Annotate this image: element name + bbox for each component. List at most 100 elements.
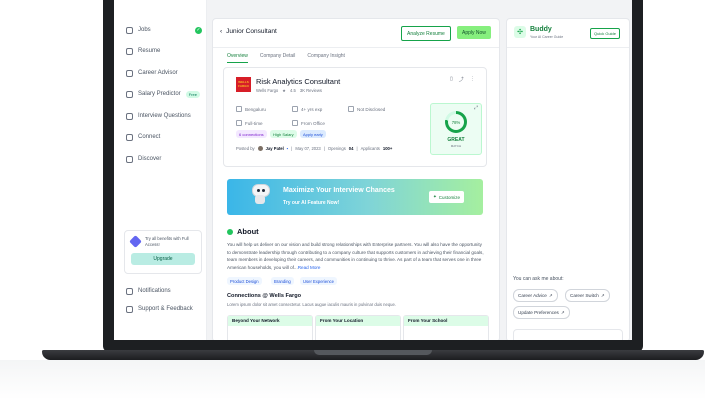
office-icon [292, 120, 298, 126]
applicants-label: Applicants [360, 146, 380, 151]
chip-label: Career Advice [518, 293, 547, 298]
posted-date: May 07, 2023 [295, 146, 321, 151]
match-sublabel: MATCH [450, 144, 462, 148]
location-icon [236, 106, 242, 112]
job-experience-text: 4+ yrs exp [301, 106, 323, 112]
chat-input[interactable] [513, 329, 623, 340]
customize-button[interactable]: ✦ Customize [429, 191, 465, 203]
about-text: You will help us deliver on our vision a… [227, 241, 485, 271]
posted-by-label: Posted by [236, 146, 255, 151]
connection-card-title: From Your School [404, 316, 488, 326]
sidebar-item-connect[interactable]: Connect [126, 130, 204, 144]
sidebar-item-notifications[interactable]: Notifications [126, 284, 204, 298]
banner-subheading: Try our AI Feature Now! [283, 200, 340, 206]
about-heading: About [227, 227, 259, 236]
job-summary-card: WELLS FARGO Risk Analytics Consultant We… [223, 67, 487, 167]
time-icon [236, 120, 242, 126]
more-icon[interactable]: ⋮ [470, 76, 475, 83]
chip-update-preferences[interactable]: Update Preferences ↗ [513, 306, 570, 319]
linkedin-icon[interactable]: ▪ [287, 146, 289, 151]
job-salary: Not Disclosed [348, 106, 385, 112]
connection-card[interactable]: Beyond Your Network [227, 315, 313, 340]
tab-company-detail[interactable]: Company Detail [260, 53, 296, 63]
sidebar-item-career-advisor[interactable]: Career Advisor [126, 66, 204, 80]
sidebar-item-label: Jobs [138, 27, 151, 33]
job-detail-panel: ‹ Junior Consultant Analyze Resume Apply… [212, 18, 500, 340]
sidebar-item-interview-questions[interactable]: Interview Questions [126, 109, 204, 123]
quick-guide-button[interactable]: Quick Guide [590, 28, 621, 39]
buddy-header: ✣ Buddy Your AI Career Guide Quick Guide [507, 19, 629, 48]
skill-tag: Branding [271, 277, 294, 285]
sparkle-icon: ✦ [433, 194, 437, 199]
sidebar-item-label: Resume [138, 48, 161, 54]
sidebar-item-label: Discover [138, 156, 162, 162]
analyze-resume-button[interactable]: Analyze Resume [401, 26, 451, 41]
company-reviews[interactable]: 3K Reviews [300, 88, 322, 93]
connections-subtext: Lorem ipsum dolor sit amet consectetur. … [227, 302, 396, 307]
share-icon[interactable]: ⤴ [459, 76, 464, 83]
job-type: Full-time [236, 120, 263, 126]
job-location-text: Bengaluru [245, 106, 266, 112]
job-type-text: Full-time [245, 120, 263, 126]
sidebar-item-jobs[interactable]: Jobs ✓ [126, 23, 204, 37]
upgrade-text: Try all benefits with Full Access! [145, 236, 189, 247]
about-body: You will help us deliver on our vision a… [227, 242, 484, 270]
free-badge: Free [185, 90, 200, 98]
match-percent: 78% [448, 114, 464, 130]
company-logo: WELLS FARGO [236, 77, 251, 92]
star-icon: ★ [282, 88, 287, 93]
sidebar-item-label: Interview Questions [138, 113, 191, 119]
rupee-icon [126, 90, 133, 98]
connection-card-title: From Your Location [316, 316, 400, 326]
ai-feature-banner: Maximize Your Interview Chances Try our … [227, 179, 483, 215]
back-arrow-icon[interactable]: ‹ [220, 28, 222, 35]
chip-career-switch[interactable]: Career Switch ↗ [565, 289, 610, 302]
about-icon [227, 228, 233, 235]
sidebar-item-support[interactable]: Support & Feedback [126, 302, 204, 316]
wallet-icon [348, 106, 354, 112]
sidebar-item-label: Career Advisor [138, 70, 178, 76]
sidebar-item-resume[interactable]: Resume [126, 44, 204, 58]
company-name[interactable]: Wells Fargo [256, 88, 278, 93]
connection-card[interactable]: From Your Location [315, 315, 401, 340]
upgrade-button[interactable]: Upgrade [131, 253, 195, 265]
connection-card[interactable]: From Your School [403, 315, 489, 340]
bell-icon [126, 287, 133, 295]
arrow-icon: ↗ [548, 292, 553, 298]
sidebar-item-salary-predictor[interactable]: Salary Predictor Free [126, 87, 204, 101]
sidebar-item-discover[interactable]: Discover [126, 152, 204, 166]
chat-icon [126, 112, 133, 120]
trend-icon [126, 69, 133, 77]
skill-tag: Product Design [227, 277, 262, 285]
poster-name[interactable]: Jay Patel [266, 146, 284, 151]
chip-label: Career Switch [570, 293, 599, 298]
briefcase-icon [126, 26, 133, 34]
arrow-icon: ↗ [560, 309, 565, 315]
openings-count: 04 [348, 146, 354, 151]
tab-overview[interactable]: Overview [227, 53, 248, 63]
laptop-screen: Jobs ✓ Resume Career Advisor Salary Pred… [114, 0, 632, 340]
support-icon [126, 305, 133, 313]
chip-label: Update Preferences [518, 310, 559, 315]
apply-now-button[interactable]: Apply Now [457, 26, 491, 39]
check-icon: ✓ [195, 26, 202, 34]
tab-company-insight[interactable]: Company Insight [307, 53, 345, 63]
laptop-notch [314, 350, 432, 355]
tab-bar: Overview Company Detail Company Insight [227, 53, 345, 63]
clock-icon [292, 106, 298, 112]
connection-card-title: Beyond Your Network [228, 316, 312, 326]
read-more-link[interactable]: Read More [298, 265, 321, 270]
page-title: ‹ Junior Consultant [220, 28, 277, 35]
bookmark-icon[interactable]: ▯ [450, 76, 453, 83]
expand-icon[interactable]: ⤢ [474, 105, 478, 111]
sidebar: Jobs ✓ Resume Career Advisor Salary Pred… [114, 0, 207, 340]
job-header-title: Junior Consultant [226, 28, 277, 35]
document-icon [126, 47, 133, 55]
diamond-icon [129, 235, 142, 248]
company-rating: 4.5 [290, 88, 296, 93]
match-score-card: ⤢ 78% GREAT MATCH [430, 103, 482, 155]
card-actions: ▯ ⤴ ⋮ [450, 76, 475, 83]
floor-shadow [0, 360, 705, 400]
chip-career-advice[interactable]: Career Advice ↗ [513, 289, 558, 302]
job-salary-text: Not Disclosed [357, 106, 386, 112]
